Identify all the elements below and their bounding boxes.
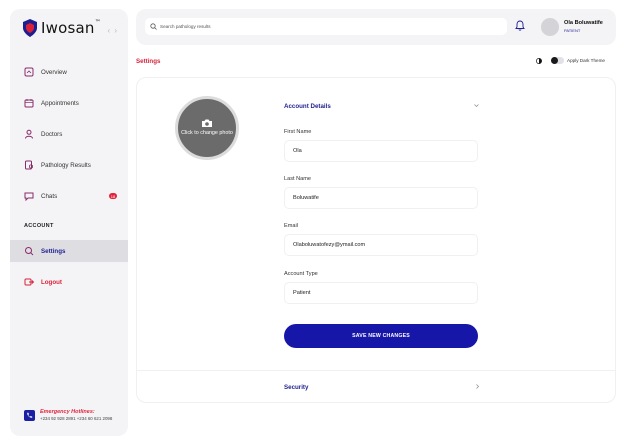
hotline-title: Emergency Hotlines: [40,409,95,415]
brand-name: Iwosan™ [41,19,101,37]
avatar[interactable] [541,18,559,36]
sidebar-item-label: Chats [41,192,58,200]
divider [137,370,615,371]
sidebar-item-chats[interactable]: Chats 18 [10,185,128,207]
theme-switch[interactable] [551,57,564,64]
user-role: PATIENT [564,28,581,33]
change-photo-label: Click to change photo [181,130,233,137]
pathology-icon [24,160,34,170]
search-icon [150,23,157,30]
user-name: Ola Boluwatife [564,20,603,26]
first-name-label: First Name [284,129,312,135]
sidebar-item-label: Appointments [41,99,79,107]
last-name-field[interactable]: Boluwatife [284,187,478,209]
switch-knob [551,57,558,64]
sidebar-item-pathology-results[interactable]: Pathology Results [10,154,128,176]
sidebar-item-logout[interactable]: Logout [10,271,128,293]
sidebar-item-overview[interactable]: Overview [10,61,128,83]
sidebar-item-label: Pathology Results [41,161,91,169]
sidebar-item-label: Doctors [41,130,63,138]
sidebar-item-doctors[interactable]: Doctors [10,123,128,145]
security-header[interactable]: Security [284,384,308,391]
chevron-down-icon[interactable] [473,102,480,109]
sidebar-item-appointments[interactable]: Appointments [10,92,128,114]
sidebar-item-label: Settings [41,247,66,255]
search-input[interactable] [160,24,500,29]
bell-icon[interactable] [515,20,525,31]
settings-panel: Click to change photo Account Details Fi… [136,77,616,403]
calendar-icon [24,98,34,108]
theme-label: Apply Dark Theme [567,58,605,63]
settings-icon [24,246,34,256]
theme-icon [536,57,542,64]
collapse-sidebar-icon[interactable]: ‹ › [107,26,118,35]
email-label: Email [284,223,298,229]
account-type-label: Account Type [284,271,318,277]
emergency-hotline: Emergency Hotlines: +234 92 928 2891 +23… [24,409,112,421]
chevron-right-icon[interactable] [474,383,481,390]
dark-theme-toggle[interactable]: Apply Dark Theme [536,57,605,64]
doctor-icon [24,129,34,139]
section-label-account: ACCOUNT [24,223,54,229]
page-title: Settings [136,58,161,65]
unread-badge: 18 [109,193,117,199]
account-details-header[interactable]: Account Details [284,103,331,110]
change-photo-button[interactable]: Click to change photo [175,96,239,160]
phone-icon [24,409,35,421]
sidebar-item-label: Overview [41,68,67,76]
overview-icon [24,67,34,77]
save-changes-button[interactable]: SAVE NEW CHANGES [284,324,478,348]
top-bar: Ola Boluwatife PATIENT [136,9,616,45]
logout-icon [24,277,34,287]
camera-icon [202,119,212,128]
hotline-numbers: +234 92 928 2891 +234 60 621 2098 [40,416,113,421]
first-name-field[interactable]: Ola [284,140,478,162]
email-field[interactable]: Olaboluwatofezy@ymail.com [284,234,478,256]
brand-logo[interactable]: Iwosan™ [23,19,101,37]
shield-logo-icon [23,19,37,37]
sidebar-item-label: Logout [41,278,62,286]
last-name-label: Last Name [284,176,312,182]
chat-icon [24,191,34,201]
sidebar: Iwosan™ ‹ › Overview Appointments Doctor… [10,9,128,436]
search-box[interactable] [145,18,507,35]
account-type-field[interactable]: Patient [284,282,478,304]
sidebar-item-settings[interactable]: Settings [10,240,128,262]
